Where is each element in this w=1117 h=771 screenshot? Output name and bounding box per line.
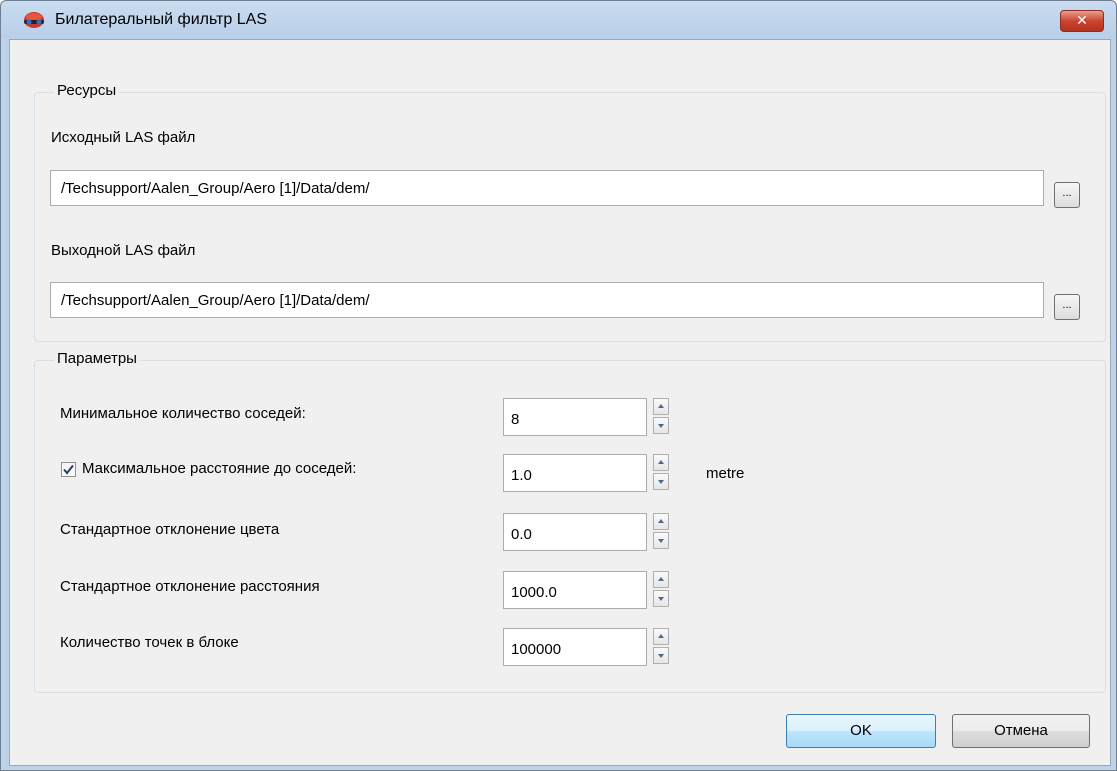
max-distance-unit: metre xyxy=(706,465,745,482)
cancel-button[interactable]: Отмена xyxy=(952,714,1090,748)
arrow-down-icon xyxy=(658,597,664,601)
distance-std-label: Стандартное отклонение расстояния xyxy=(60,578,320,595)
color-std-input[interactable]: 0.0 xyxy=(503,513,647,551)
max-distance-spinner[interactable] xyxy=(653,454,669,490)
distance-std-spinner[interactable] xyxy=(653,571,669,607)
spin-up-button[interactable] xyxy=(653,571,669,588)
spin-down-button[interactable] xyxy=(653,473,669,490)
max-distance-checkbox[interactable] xyxy=(61,462,76,477)
arrow-up-icon xyxy=(658,404,664,408)
distance-std-input[interactable]: 1000.0 xyxy=(503,571,647,609)
min-neighbors-label: Минимальное количество соседей: xyxy=(60,405,306,422)
output-file-field[interactable]: /Techsupport/Aalen_Group/Aero [1]/Data/d… xyxy=(50,282,1044,318)
spin-down-button[interactable] xyxy=(653,417,669,434)
resources-group-title: Ресурсы xyxy=(54,82,120,99)
window-title: Билатеральный фильтр LAS xyxy=(55,11,267,28)
arrow-down-icon xyxy=(658,480,664,484)
spin-down-button[interactable] xyxy=(653,532,669,549)
arrow-down-icon xyxy=(658,539,664,543)
dialog-client-area: Ресурсы Исходный LAS файл /Techsupport/A… xyxy=(9,39,1111,766)
checkmark-icon xyxy=(63,464,74,475)
spin-up-button[interactable] xyxy=(653,454,669,471)
spin-up-button[interactable] xyxy=(653,628,669,645)
spin-up-button[interactable] xyxy=(653,513,669,530)
max-distance-label: Максимальное расстояние до соседей: xyxy=(82,460,357,477)
arrow-down-icon xyxy=(658,654,664,658)
color-std-label: Стандартное отклонение цвета xyxy=(60,521,280,538)
points-per-block-spinner[interactable] xyxy=(653,628,669,664)
ok-button[interactable]: OK xyxy=(786,714,936,748)
close-button[interactable]: ✕ xyxy=(1060,10,1104,32)
input-file-browse-button[interactable]: ... xyxy=(1054,182,1080,208)
spin-down-button[interactable] xyxy=(653,590,669,607)
spin-down-button[interactable] xyxy=(653,647,669,664)
points-per-block-input[interactable]: 100000 xyxy=(503,628,647,666)
output-file-browse-button[interactable]: ... xyxy=(1054,294,1080,320)
arrow-up-icon xyxy=(658,519,664,523)
color-std-spinner[interactable] xyxy=(653,513,669,549)
max-distance-input[interactable]: 1.0 xyxy=(503,454,647,492)
points-per-block-label: Количество точек в блоке xyxy=(60,634,239,651)
input-file-label: Исходный LAS файл xyxy=(51,129,196,146)
arrow-up-icon xyxy=(658,577,664,581)
input-file-field[interactable]: /Techsupport/Aalen_Group/Aero [1]/Data/d… xyxy=(50,170,1044,206)
min-neighbors-spinner[interactable] xyxy=(653,398,669,434)
arrow-up-icon xyxy=(658,634,664,638)
arrow-down-icon xyxy=(658,424,664,428)
dialog-window: Билатеральный фильтр LAS ✕ Ресурсы Исход… xyxy=(0,0,1117,771)
title-bar[interactable]: Билатеральный фильтр LAS ✕ xyxy=(1,1,1116,39)
output-file-label: Выходной LAS файл xyxy=(51,242,196,259)
parameters-group-title: Параметры xyxy=(54,350,140,367)
stereo-glasses-icon xyxy=(23,11,45,29)
spin-up-button[interactable] xyxy=(653,398,669,415)
min-neighbors-input[interactable]: 8 xyxy=(503,398,647,436)
arrow-up-icon xyxy=(658,460,664,464)
